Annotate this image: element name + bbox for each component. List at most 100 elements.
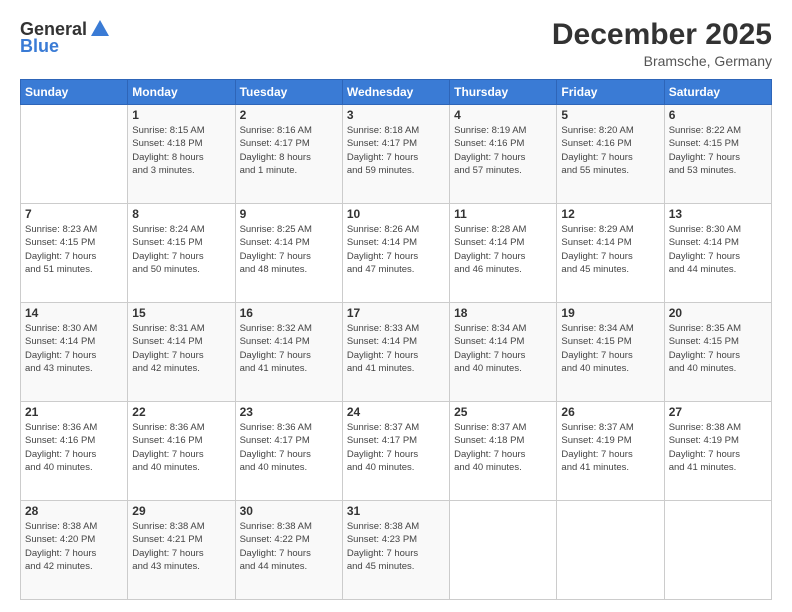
day-info: Sunrise: 8:30 AM Sunset: 4:14 PM Dayligh… bbox=[25, 322, 123, 375]
day-number: 27 bbox=[669, 405, 767, 419]
day-info: Sunrise: 8:38 AM Sunset: 4:22 PM Dayligh… bbox=[240, 520, 338, 573]
header: General Blue December 2025 Bramsche, Ger… bbox=[20, 18, 772, 69]
day-info: Sunrise: 8:31 AM Sunset: 4:14 PM Dayligh… bbox=[132, 322, 230, 375]
day-number: 24 bbox=[347, 405, 445, 419]
day-number: 6 bbox=[669, 108, 767, 122]
calendar-cell: 24 Sunrise: 8:37 AM Sunset: 4:17 PM Dayli… bbox=[342, 402, 449, 501]
calendar-cell: 31 Sunrise: 8:38 AM Sunset: 4:23 PM Dayli… bbox=[342, 501, 449, 600]
col-header-saturday: Saturday bbox=[664, 80, 771, 105]
col-header-monday: Monday bbox=[128, 80, 235, 105]
calendar-table: SundayMondayTuesdayWednesdayThursdayFrid… bbox=[20, 79, 772, 600]
day-number: 19 bbox=[561, 306, 659, 320]
day-number: 12 bbox=[561, 207, 659, 221]
week-row-4: 28Sunrise: 8:38 AM Sunset: 4:20 PM Dayli… bbox=[21, 501, 772, 600]
calendar-body: 1 Sunrise: 8:15 AM Sunset: 4:18 PM Daylig… bbox=[21, 105, 772, 600]
calendar-cell: 3Sunrise: 8:18 AM Sunset: 4:17 PM Daylig… bbox=[342, 105, 449, 204]
calendar-cell bbox=[21, 105, 128, 204]
calendar-cell: 14 Sunrise: 8:30 AM Sunset: 4:14 PM Dayli… bbox=[21, 303, 128, 402]
day-info: Sunrise: 8:30 AM Sunset: 4:14 PM Dayligh… bbox=[669, 223, 767, 276]
day-info: Sunrise: 8:37 AM Sunset: 4:17 PM Dayligh… bbox=[347, 421, 445, 474]
header-row: SundayMondayTuesdayWednesdayThursdayFrid… bbox=[21, 80, 772, 105]
day-number: 14 bbox=[25, 306, 123, 320]
day-info: Sunrise: 8:15 AM Sunset: 4:18 PM Dayligh… bbox=[132, 124, 230, 177]
day-info: Sunrise: 8:34 AM Sunset: 4:14 PM Dayligh… bbox=[454, 322, 552, 375]
col-header-sunday: Sunday bbox=[21, 80, 128, 105]
day-info: Sunrise: 8:16 AM Sunset: 4:17 PM Dayligh… bbox=[240, 124, 338, 177]
day-info: Sunrise: 8:32 AM Sunset: 4:14 PM Dayligh… bbox=[240, 322, 338, 375]
day-number: 30 bbox=[240, 504, 338, 518]
day-info: Sunrise: 8:25 AM Sunset: 4:14 PM Dayligh… bbox=[240, 223, 338, 276]
calendar-cell: 5Sunrise: 8:20 AM Sunset: 4:16 PM Daylig… bbox=[557, 105, 664, 204]
calendar-cell: 8 Sunrise: 8:24 AM Sunset: 4:15 PM Daylig… bbox=[128, 204, 235, 303]
day-number: 2 bbox=[240, 108, 338, 122]
day-number: 5 bbox=[561, 108, 659, 122]
day-number: 15 bbox=[132, 306, 230, 320]
calendar-cell: 28Sunrise: 8:38 AM Sunset: 4:20 PM Dayli… bbox=[21, 501, 128, 600]
day-number: 31 bbox=[347, 504, 445, 518]
calendar-cell: 26Sunrise: 8:37 AM Sunset: 4:19 PM Dayli… bbox=[557, 402, 664, 501]
day-number: 9 bbox=[240, 207, 338, 221]
calendar-cell: 17Sunrise: 8:33 AM Sunset: 4:14 PM Dayli… bbox=[342, 303, 449, 402]
day-info: Sunrise: 8:37 AM Sunset: 4:18 PM Dayligh… bbox=[454, 421, 552, 474]
day-number: 7 bbox=[25, 207, 123, 221]
calendar-cell: 13 Sunrise: 8:30 AM Sunset: 4:14 PM Dayli… bbox=[664, 204, 771, 303]
col-header-friday: Friday bbox=[557, 80, 664, 105]
day-info: Sunrise: 8:36 AM Sunset: 4:16 PM Dayligh… bbox=[25, 421, 123, 474]
day-info: Sunrise: 8:23 AM Sunset: 4:15 PM Dayligh… bbox=[25, 223, 123, 276]
calendar-cell: 10 Sunrise: 8:26 AM Sunset: 4:14 PM Dayli… bbox=[342, 204, 449, 303]
calendar-cell: 27 Sunrise: 8:38 AM Sunset: 4:19 PM Dayli… bbox=[664, 402, 771, 501]
calendar-cell: 22 Sunrise: 8:36 AM Sunset: 4:16 PM Dayli… bbox=[128, 402, 235, 501]
day-number: 20 bbox=[669, 306, 767, 320]
week-row-3: 21 Sunrise: 8:36 AM Sunset: 4:16 PM Dayli… bbox=[21, 402, 772, 501]
calendar-cell bbox=[557, 501, 664, 600]
location: Bramsche, Germany bbox=[552, 53, 772, 69]
week-row-1: 7 Sunrise: 8:23 AM Sunset: 4:15 PM Daylig… bbox=[21, 204, 772, 303]
day-number: 16 bbox=[240, 306, 338, 320]
day-info: Sunrise: 8:28 AM Sunset: 4:14 PM Dayligh… bbox=[454, 223, 552, 276]
day-number: 10 bbox=[347, 207, 445, 221]
calendar-cell: 18 Sunrise: 8:34 AM Sunset: 4:14 PM Dayli… bbox=[450, 303, 557, 402]
calendar-cell: 21 Sunrise: 8:36 AM Sunset: 4:16 PM Dayli… bbox=[21, 402, 128, 501]
day-number: 21 bbox=[25, 405, 123, 419]
calendar-cell: 23 Sunrise: 8:36 AM Sunset: 4:17 PM Dayli… bbox=[235, 402, 342, 501]
calendar-cell: 11Sunrise: 8:28 AM Sunset: 4:14 PM Dayli… bbox=[450, 204, 557, 303]
page: General Blue December 2025 Bramsche, Ger… bbox=[0, 0, 792, 612]
day-info: Sunrise: 8:22 AM Sunset: 4:15 PM Dayligh… bbox=[669, 124, 767, 177]
day-info: Sunrise: 8:24 AM Sunset: 4:15 PM Dayligh… bbox=[132, 223, 230, 276]
logo: General Blue bbox=[20, 18, 111, 57]
day-number: 22 bbox=[132, 405, 230, 419]
day-number: 8 bbox=[132, 207, 230, 221]
day-number: 23 bbox=[240, 405, 338, 419]
day-number: 26 bbox=[561, 405, 659, 419]
calendar-cell: 20 Sunrise: 8:35 AM Sunset: 4:15 PM Dayli… bbox=[664, 303, 771, 402]
logo-icon bbox=[89, 18, 111, 40]
day-info: Sunrise: 8:38 AM Sunset: 4:20 PM Dayligh… bbox=[25, 520, 123, 573]
day-info: Sunrise: 8:35 AM Sunset: 4:15 PM Dayligh… bbox=[669, 322, 767, 375]
month-title: December 2025 bbox=[552, 18, 772, 51]
logo-blue: Blue bbox=[20, 36, 59, 57]
calendar-cell: 15 Sunrise: 8:31 AM Sunset: 4:14 PM Dayli… bbox=[128, 303, 235, 402]
day-info: Sunrise: 8:36 AM Sunset: 4:17 PM Dayligh… bbox=[240, 421, 338, 474]
day-info: Sunrise: 8:38 AM Sunset: 4:19 PM Dayligh… bbox=[669, 421, 767, 474]
calendar-cell: 25Sunrise: 8:37 AM Sunset: 4:18 PM Dayli… bbox=[450, 402, 557, 501]
day-info: Sunrise: 8:19 AM Sunset: 4:16 PM Dayligh… bbox=[454, 124, 552, 177]
day-info: Sunrise: 8:36 AM Sunset: 4:16 PM Dayligh… bbox=[132, 421, 230, 474]
calendar-cell: 16 Sunrise: 8:32 AM Sunset: 4:14 PM Dayli… bbox=[235, 303, 342, 402]
title-block: December 2025 Bramsche, Germany bbox=[552, 18, 772, 69]
calendar-header: SundayMondayTuesdayWednesdayThursdayFrid… bbox=[21, 80, 772, 105]
day-number: 13 bbox=[669, 207, 767, 221]
day-info: Sunrise: 8:26 AM Sunset: 4:14 PM Dayligh… bbox=[347, 223, 445, 276]
day-info: Sunrise: 8:18 AM Sunset: 4:17 PM Dayligh… bbox=[347, 124, 445, 177]
day-number: 29 bbox=[132, 504, 230, 518]
day-number: 18 bbox=[454, 306, 552, 320]
day-info: Sunrise: 8:34 AM Sunset: 4:15 PM Dayligh… bbox=[561, 322, 659, 375]
calendar-cell: 30 Sunrise: 8:38 AM Sunset: 4:22 PM Dayli… bbox=[235, 501, 342, 600]
calendar-cell: 7 Sunrise: 8:23 AM Sunset: 4:15 PM Daylig… bbox=[21, 204, 128, 303]
col-header-wednesday: Wednesday bbox=[342, 80, 449, 105]
col-header-tuesday: Tuesday bbox=[235, 80, 342, 105]
calendar-cell: 19 Sunrise: 8:34 AM Sunset: 4:15 PM Dayli… bbox=[557, 303, 664, 402]
calendar-cell: 6 Sunrise: 8:22 AM Sunset: 4:15 PM Daylig… bbox=[664, 105, 771, 204]
day-number: 1 bbox=[132, 108, 230, 122]
day-info: Sunrise: 8:38 AM Sunset: 4:21 PM Dayligh… bbox=[132, 520, 230, 573]
day-info: Sunrise: 8:38 AM Sunset: 4:23 PM Dayligh… bbox=[347, 520, 445, 573]
